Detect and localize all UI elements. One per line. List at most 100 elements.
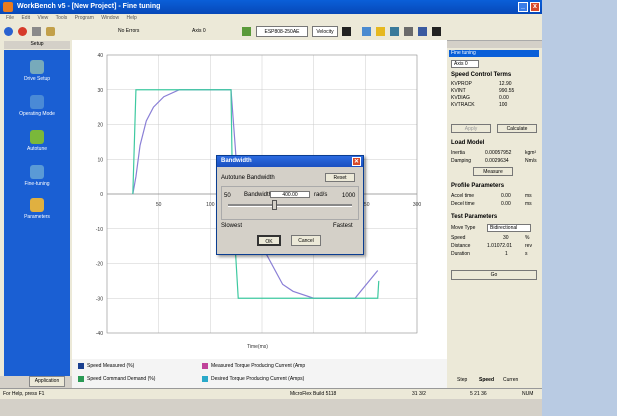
- decel-time-value[interactable]: 0.00: [501, 201, 511, 207]
- kvtrack-value[interactable]: 100: [499, 102, 507, 108]
- kvprop-value[interactable]: 12.90: [499, 81, 512, 87]
- legend-label: Speed Measured (%): [87, 363, 135, 369]
- tab-speed[interactable]: Speed: [479, 377, 494, 383]
- menu-help[interactable]: Help: [126, 15, 136, 21]
- param-label: Speed: [451, 235, 466, 241]
- menu-edit[interactable]: Edit: [21, 15, 30, 21]
- param-label: Duration: [451, 251, 470, 257]
- help-hint: For Help, press F1: [3, 391, 45, 397]
- chart-legend: Speed Measured (%) Speed Command Demand …: [72, 359, 447, 388]
- param-label: KVINT: [451, 88, 466, 94]
- menu-tools[interactable]: Tools: [56, 15, 68, 21]
- speed-value[interactable]: 30: [503, 235, 509, 241]
- cancel-button[interactable]: Cancel: [291, 235, 321, 246]
- bandwidth-slider-thumb[interactable]: [271, 200, 277, 210]
- legend-swatch: [78, 376, 84, 382]
- menu-window[interactable]: Window: [101, 15, 119, 21]
- move-type-select[interactable]: Bidirectional: [487, 224, 531, 232]
- legend-item[interactable]: Desired Torque Producing Current (Amps): [202, 376, 304, 382]
- drive-model-box[interactable]: ESP808-250AE: [256, 26, 308, 37]
- parameters-icon: [30, 198, 44, 212]
- reset-icon[interactable]: [46, 27, 55, 36]
- num-lock-indicator: NUM: [522, 391, 534, 397]
- bandwidth-label: Bandwidth: [244, 192, 273, 198]
- menu-view[interactable]: View: [37, 15, 48, 21]
- panel-title: Fine tuning: [451, 50, 476, 56]
- apply-button[interactable]: Apply: [451, 124, 491, 133]
- ok-button[interactable]: OK: [257, 235, 281, 246]
- unit-label: s: [525, 251, 528, 257]
- unit-label: ms: [525, 201, 532, 207]
- measure-button[interactable]: Measure: [473, 167, 513, 176]
- param-label: Damping: [451, 158, 472, 164]
- chart-icon[interactable]: [376, 27, 385, 36]
- unit-label: ms: [525, 193, 532, 199]
- legend-item[interactable]: Speed Command Demand (%): [78, 376, 155, 382]
- bandwidth-slider-track[interactable]: [228, 204, 352, 207]
- sidebar-item-operating-mode[interactable]: Operating Mode: [4, 95, 70, 117]
- stop-icon[interactable]: [18, 27, 27, 36]
- kvdiag-value[interactable]: 0.00: [499, 95, 509, 101]
- sidebar-item-parameters[interactable]: Parameters: [4, 198, 70, 220]
- duration-value[interactable]: 1: [505, 251, 508, 257]
- tab-current[interactable]: Curren: [503, 377, 518, 383]
- operating-mode-icon: [30, 95, 44, 109]
- accel-time-value[interactable]: 0.00: [501, 193, 511, 199]
- move-type-value: Bidirectional: [490, 225, 518, 231]
- bandwidth-input[interactable]: 400.00: [270, 191, 310, 198]
- tab-step[interactable]: Step: [457, 377, 467, 383]
- save-icon[interactable]: [342, 27, 351, 36]
- grid-icon[interactable]: [390, 27, 399, 36]
- y-tick-label: 0: [100, 192, 103, 198]
- menu-file[interactable]: File: [6, 15, 14, 21]
- fine-tuning-panel: Fine tuning Axis 0 Speed Control Terms K…: [447, 48, 542, 388]
- sidebar-item-autotune[interactable]: Autotune: [4, 130, 70, 152]
- speed-control-title: Speed Control Terms: [451, 72, 512, 78]
- status-bar: For Help, press F1 MicroFlex Build 5118 …: [0, 388, 542, 399]
- kvint-value[interactable]: 990.55: [499, 88, 514, 94]
- close-button[interactable]: x: [530, 2, 540, 12]
- param-label: KVPROP: [451, 81, 472, 87]
- legend-item[interactable]: Speed Measured (%): [78, 363, 134, 369]
- sidebar-item-fine-tuning[interactable]: Fine-tuning: [4, 165, 70, 187]
- legend-label: Measured Torque Producing Current (Amp: [211, 363, 306, 369]
- unit-label: rev: [525, 243, 532, 249]
- legend-item[interactable]: Measured Torque Producing Current (Amp: [202, 363, 305, 369]
- copy-icon[interactable]: [404, 27, 413, 36]
- distance-value[interactable]: 1.01072.01: [487, 243, 512, 249]
- menu-bar: File Edit View Tools Program Window Help: [0, 14, 542, 23]
- print-icon[interactable]: [418, 27, 427, 36]
- connect-icon[interactable]: [4, 27, 13, 36]
- y-tick-label: 40: [97, 53, 103, 59]
- scope-icon[interactable]: [362, 27, 371, 36]
- bandwidth-dialog: Bandwidth ✕ Autotune Bandwidth Reset Ban…: [216, 155, 364, 255]
- clock-readout: 5 21 36: [470, 391, 487, 397]
- dialog-close-button[interactable]: ✕: [352, 157, 361, 166]
- damping-value[interactable]: 0.0029634: [485, 158, 509, 164]
- go-button[interactable]: Go: [451, 270, 537, 280]
- param-label: Distance: [451, 243, 471, 249]
- inertia-value[interactable]: 0.00057952: [485, 150, 511, 156]
- application-window: WorkBench v5 - [New Project] - Fine tuni…: [0, 0, 542, 416]
- sidebar-item-drive-setup[interactable]: Drive Setup: [4, 60, 70, 82]
- legend-label: Speed Command Demand (%): [87, 376, 156, 382]
- drive-icon[interactable]: [242, 27, 251, 36]
- param-label: Accel time: [451, 193, 475, 199]
- menu-program[interactable]: Program: [75, 15, 94, 21]
- tab-application[interactable]: Application: [29, 376, 65, 387]
- minimize-button[interactable]: _: [518, 2, 528, 12]
- export-icon[interactable]: [432, 27, 441, 36]
- panel-header: Fine tuning: [449, 50, 539, 57]
- axis-select[interactable]: Axis 0: [451, 60, 479, 68]
- calculate-button[interactable]: Calculate: [497, 124, 537, 133]
- sidebar-header: Setup: [4, 41, 70, 49]
- fastest-label: Fastest: [333, 223, 353, 229]
- reset-button[interactable]: Reset: [325, 173, 355, 182]
- unit-label: kgm²: [525, 150, 537, 156]
- dialog-title: Bandwidth: [221, 158, 252, 164]
- disable-icon[interactable]: [32, 27, 41, 36]
- sidebar-item-label: Fine-tuning: [24, 181, 50, 187]
- autotune-bandwidth-label: Autotune Bandwidth: [221, 175, 275, 181]
- y-tick-label: -10: [96, 227, 103, 233]
- control-mode-box[interactable]: Velocity: [312, 26, 338, 37]
